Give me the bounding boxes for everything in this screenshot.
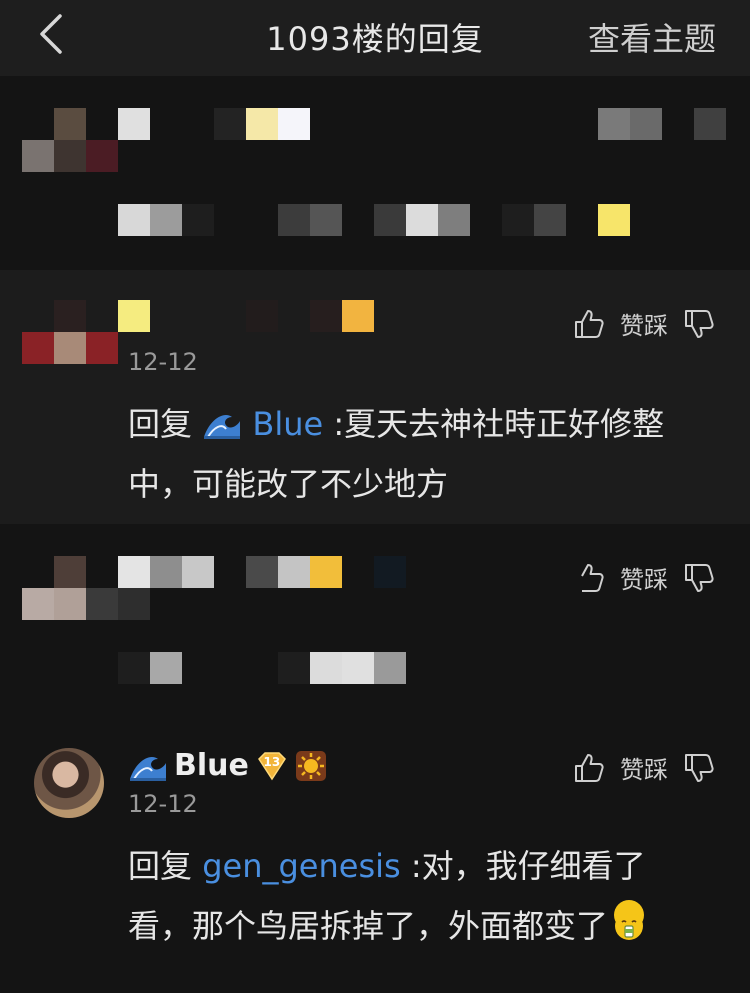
thumbs-down-icon[interactable] <box>682 751 716 785</box>
reply-text-line2: 中，可能改了不少地方 <box>128 465 449 503</box>
reply-content: 回复 Blue :夏天去神社時正好修整 中，可能改了不少地方 <box>128 394 708 514</box>
reply-date: 12-12 <box>128 790 198 818</box>
top-bar: 1093楼的回复 查看主题 <box>0 0 750 76</box>
thumbs-up-icon[interactable] <box>572 561 606 595</box>
username[interactable]: Blue <box>174 748 249 783</box>
reaction-bar: 赞踩 <box>572 750 716 785</box>
thumbs-down-icon[interactable] <box>682 307 716 341</box>
mention-gen-genesis[interactable]: gen_genesis <box>202 847 400 885</box>
like-label[interactable]: 赞 <box>620 750 644 785</box>
dislike-label[interactable]: 踩 <box>644 560 668 595</box>
reply-prefix: 回复 <box>128 847 193 885</box>
reaction-bar: 赞踩 <box>572 306 716 341</box>
like-label[interactable]: 赞 <box>620 306 644 341</box>
reply-date: 12-12 <box>128 348 198 376</box>
thumbs-up-icon[interactable] <box>572 307 606 341</box>
reply-text-line1: :夏天去神社時正好修整 <box>333 405 665 443</box>
dislike-label[interactable]: 踩 <box>644 750 668 785</box>
view-topic-link[interactable]: 查看主题 <box>588 14 716 60</box>
reaction-bar: 赞踩 <box>572 560 716 595</box>
wave-emoji-icon <box>204 415 241 439</box>
wave-emoji-icon <box>130 756 166 781</box>
username-row: Blue 13 <box>128 748 327 783</box>
drinking-emoji-icon <box>614 900 645 940</box>
like-label[interactable]: 赞 <box>620 560 644 595</box>
mention-blue[interactable]: Blue <box>252 405 323 443</box>
reply-text-line2: 看，那个鸟居拆掉了，外面都变了 <box>128 907 609 945</box>
sun-badge-icon <box>295 750 326 781</box>
thumbs-down-icon[interactable] <box>682 561 716 595</box>
reply-item: 赞踩 12-12 回复 Blue :夏天去神社時正好修整 中，可能改了不少地方 <box>0 270 750 524</box>
avatar[interactable] <box>34 748 104 818</box>
level-badge: 13 <box>255 749 289 783</box>
censored-post-block <box>0 76 750 270</box>
reply-text-line1: :对，我仔细看了 <box>410 847 646 885</box>
reply-prefix: 回复 <box>128 405 193 443</box>
reply-content: 回复 gen_genesis :对，我仔细看了 看，那个鸟居拆掉了，外面都变了 <box>128 836 728 956</box>
thumbs-up-icon[interactable] <box>572 751 606 785</box>
dislike-label[interactable]: 踩 <box>644 306 668 341</box>
